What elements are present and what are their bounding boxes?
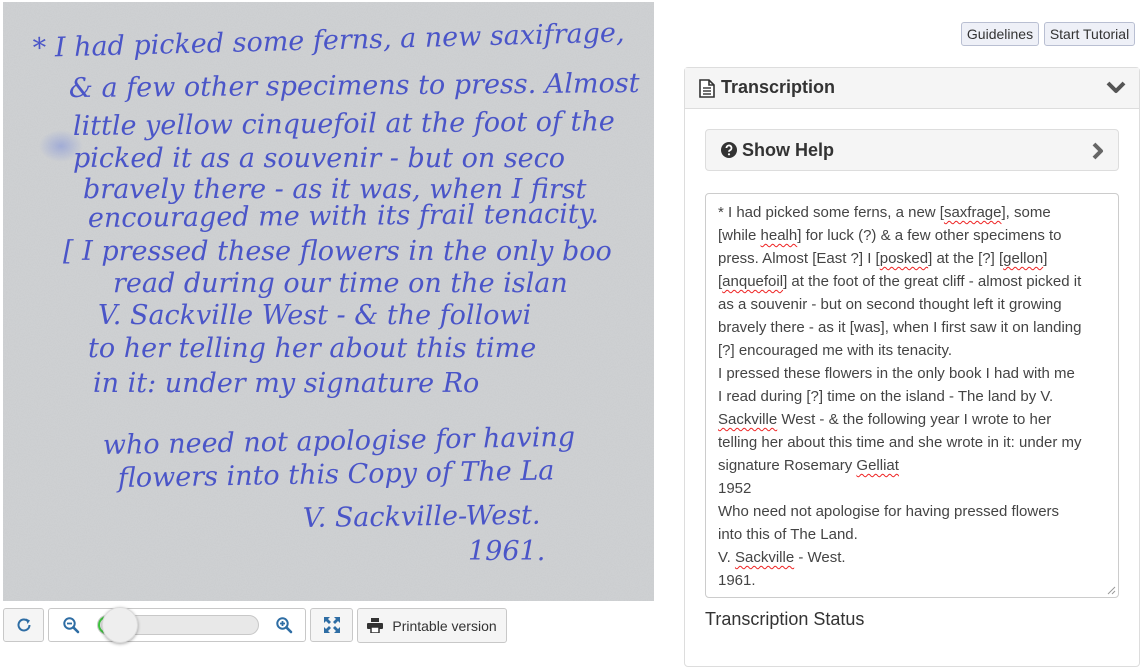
chevron-right-icon [1092,142,1103,160]
transcription-line: V. Sackville - West. [718,546,1106,569]
manuscript-line: [ I pressed these flowers in the only bo… [63,236,612,267]
zoom-slider[interactable] [97,607,259,643]
zoom-slider-handle[interactable] [102,607,139,643]
printer-icon [367,618,384,633]
zoom-out-button[interactable] [52,611,90,639]
manuscript-line: read during our time on the islan [113,268,568,299]
show-help-label: Show Help [742,140,835,160]
transcription-text-segment: ] [1043,250,1048,267]
transcription-line: bravely there - as it [was], when I firs… [718,316,1106,339]
manuscript-line: picked it as a souvenir - but on seco [73,143,565,174]
document-icon [699,79,715,98]
transcription-text-segment: into this of The Land. [718,526,858,543]
transcription-line: signature Rosemary Gelliat [718,454,1106,477]
resize-handle-icon[interactable] [1107,586,1116,595]
manuscript-line: & a few other specimens to press. Almost [69,68,640,104]
start-tutorial-button[interactable]: Start Tutorial [1044,22,1135,46]
spellcheck-flagged-word: healh [760,227,798,244]
transcription-line: [anquefoil] at the foot of the great cli… [718,270,1106,293]
spellcheck-flagged-word: anquefoil [722,273,784,290]
transcription-text-segment: ] at the [?] [ [928,250,1004,267]
fullscreen-button[interactable] [310,608,353,642]
transcription-text-segment: [while [718,227,761,244]
transcription-text-segment: West - & the following year I wrote to h… [777,411,1052,428]
manuscript-line: to her telling her about this time [88,333,536,364]
transcription-text-segment: * I had picked some ferns, a new [ [718,204,944,221]
manuscript-line: encouraged me with its frail tenacity. [88,199,599,234]
transcription-line: [?] encouraged me with its tenacity. [718,339,1106,362]
transcription-line: [while healh] for luck (?) & a few other… [718,224,1106,247]
spellcheck-flagged-word: saxfrage [943,204,1002,221]
spellcheck-flagged-word: gellon [1003,250,1044,267]
manuscript-image[interactable]: * I had picked some ferns, a new saxifra… [3,2,654,601]
printable-version-label: Printable version [392,617,497,634]
transcription-status-label: Transcription Status [705,609,865,629]
transcription-text-segment: ], some [1001,204,1051,221]
transcription-line: I read during [?] time on the island - T… [718,385,1106,408]
guidelines-label: Guidelines [966,26,1034,42]
transcription-panel: Transcription Show Help * I had picked s… [684,67,1140,667]
transcription-panel-header[interactable]: Transcription [685,68,1139,109]
transcription-text-segment: ] for luck (?) & a few other specimens t… [797,227,1062,244]
transcription-text-segment: telling her about this time and she wrot… [718,434,1082,451]
manuscript-page: * I had picked some ferns, a new saxifra… [3,2,654,601]
zoom-in-button[interactable] [265,611,303,639]
question-circle-icon [721,142,737,158]
transcription-title: Transcription [721,77,836,97]
transcription-text-segment: [?] encouraged me with its tenacity. [718,342,953,359]
transcription-text-segment: 1961. [718,572,756,589]
spellcheck-flagged-word: posked [879,250,929,267]
reset-view-button[interactable] [3,608,44,642]
manuscript-line: in it: under my signature Ro [93,368,479,399]
transcription-text-segment: I read during [?] time on the island - T… [718,388,1054,405]
transcription-text-segment: I pressed these flowers in the only book… [718,365,1075,382]
transcription-text-segment: V. [718,549,735,566]
transcription-line: I pressed these flowers in the only book… [718,362,1106,385]
transcription-line: 1961. [718,569,1106,592]
transcription-text-segment: 1952 [718,480,752,497]
spellcheck-flagged-word: Sackville [718,411,778,428]
transcription-line: press. Almost [East ?] I [posked] at the… [718,247,1106,270]
manuscript-line: V. Sackville-West. [303,500,541,534]
transcription-text-segment: signature Rosemary [718,457,857,474]
manuscript-line: little yellow cinquefoil at the foot of … [73,106,615,142]
show-help-toggle[interactable]: Show Help [705,129,1119,171]
zoom-in-icon [276,617,293,634]
transcription-line: 1952 [718,477,1106,500]
transcription-text-segment: ] at the foot of the great cliff - almos… [783,273,1082,290]
transcription-text-segment: bravely there - as it [was], when I firs… [718,319,1082,336]
transcription-text-segment: Who need not apologise for having presse… [718,503,1060,520]
transcription-text-segment: as a souvenir - but on second thought le… [718,296,1062,313]
manuscript-line: V. Sackville West - & the followi [98,300,531,331]
manuscript-line: 1961. [468,536,545,567]
transcription-line: Sackville West - & the following year I … [718,408,1106,431]
transcription-textarea[interactable]: * I had picked some ferns, a new [saxfra… [705,193,1119,598]
chevron-down-icon[interactable] [1106,81,1126,95]
transcription-line: into this of The Land. [718,523,1106,546]
transcription-line: * I had picked some ferns, a new [saxfra… [718,201,1106,224]
transcription-line: telling her about this time and she wrot… [718,431,1106,454]
start-tutorial-label: Start Tutorial [1049,26,1130,42]
zoom-out-icon [63,617,80,634]
refresh-icon [17,618,30,632]
guidelines-button[interactable]: Guidelines [961,22,1039,46]
transcription-line: as a souvenir - but on second thought le… [718,293,1106,316]
transcription-text-segment: - West. [794,549,846,566]
spellcheck-flagged-word: Gelliat [856,457,899,474]
printable-version-button[interactable]: Printable version [357,608,507,643]
spellcheck-flagged-word: Sackville [734,549,795,566]
transcription-line: Who need not apologise for having presse… [718,500,1106,523]
zoom-control [48,607,306,643]
fullscreen-icon [323,617,340,633]
transcription-text-segment: press. Almost [East ?] I [ [718,250,880,267]
